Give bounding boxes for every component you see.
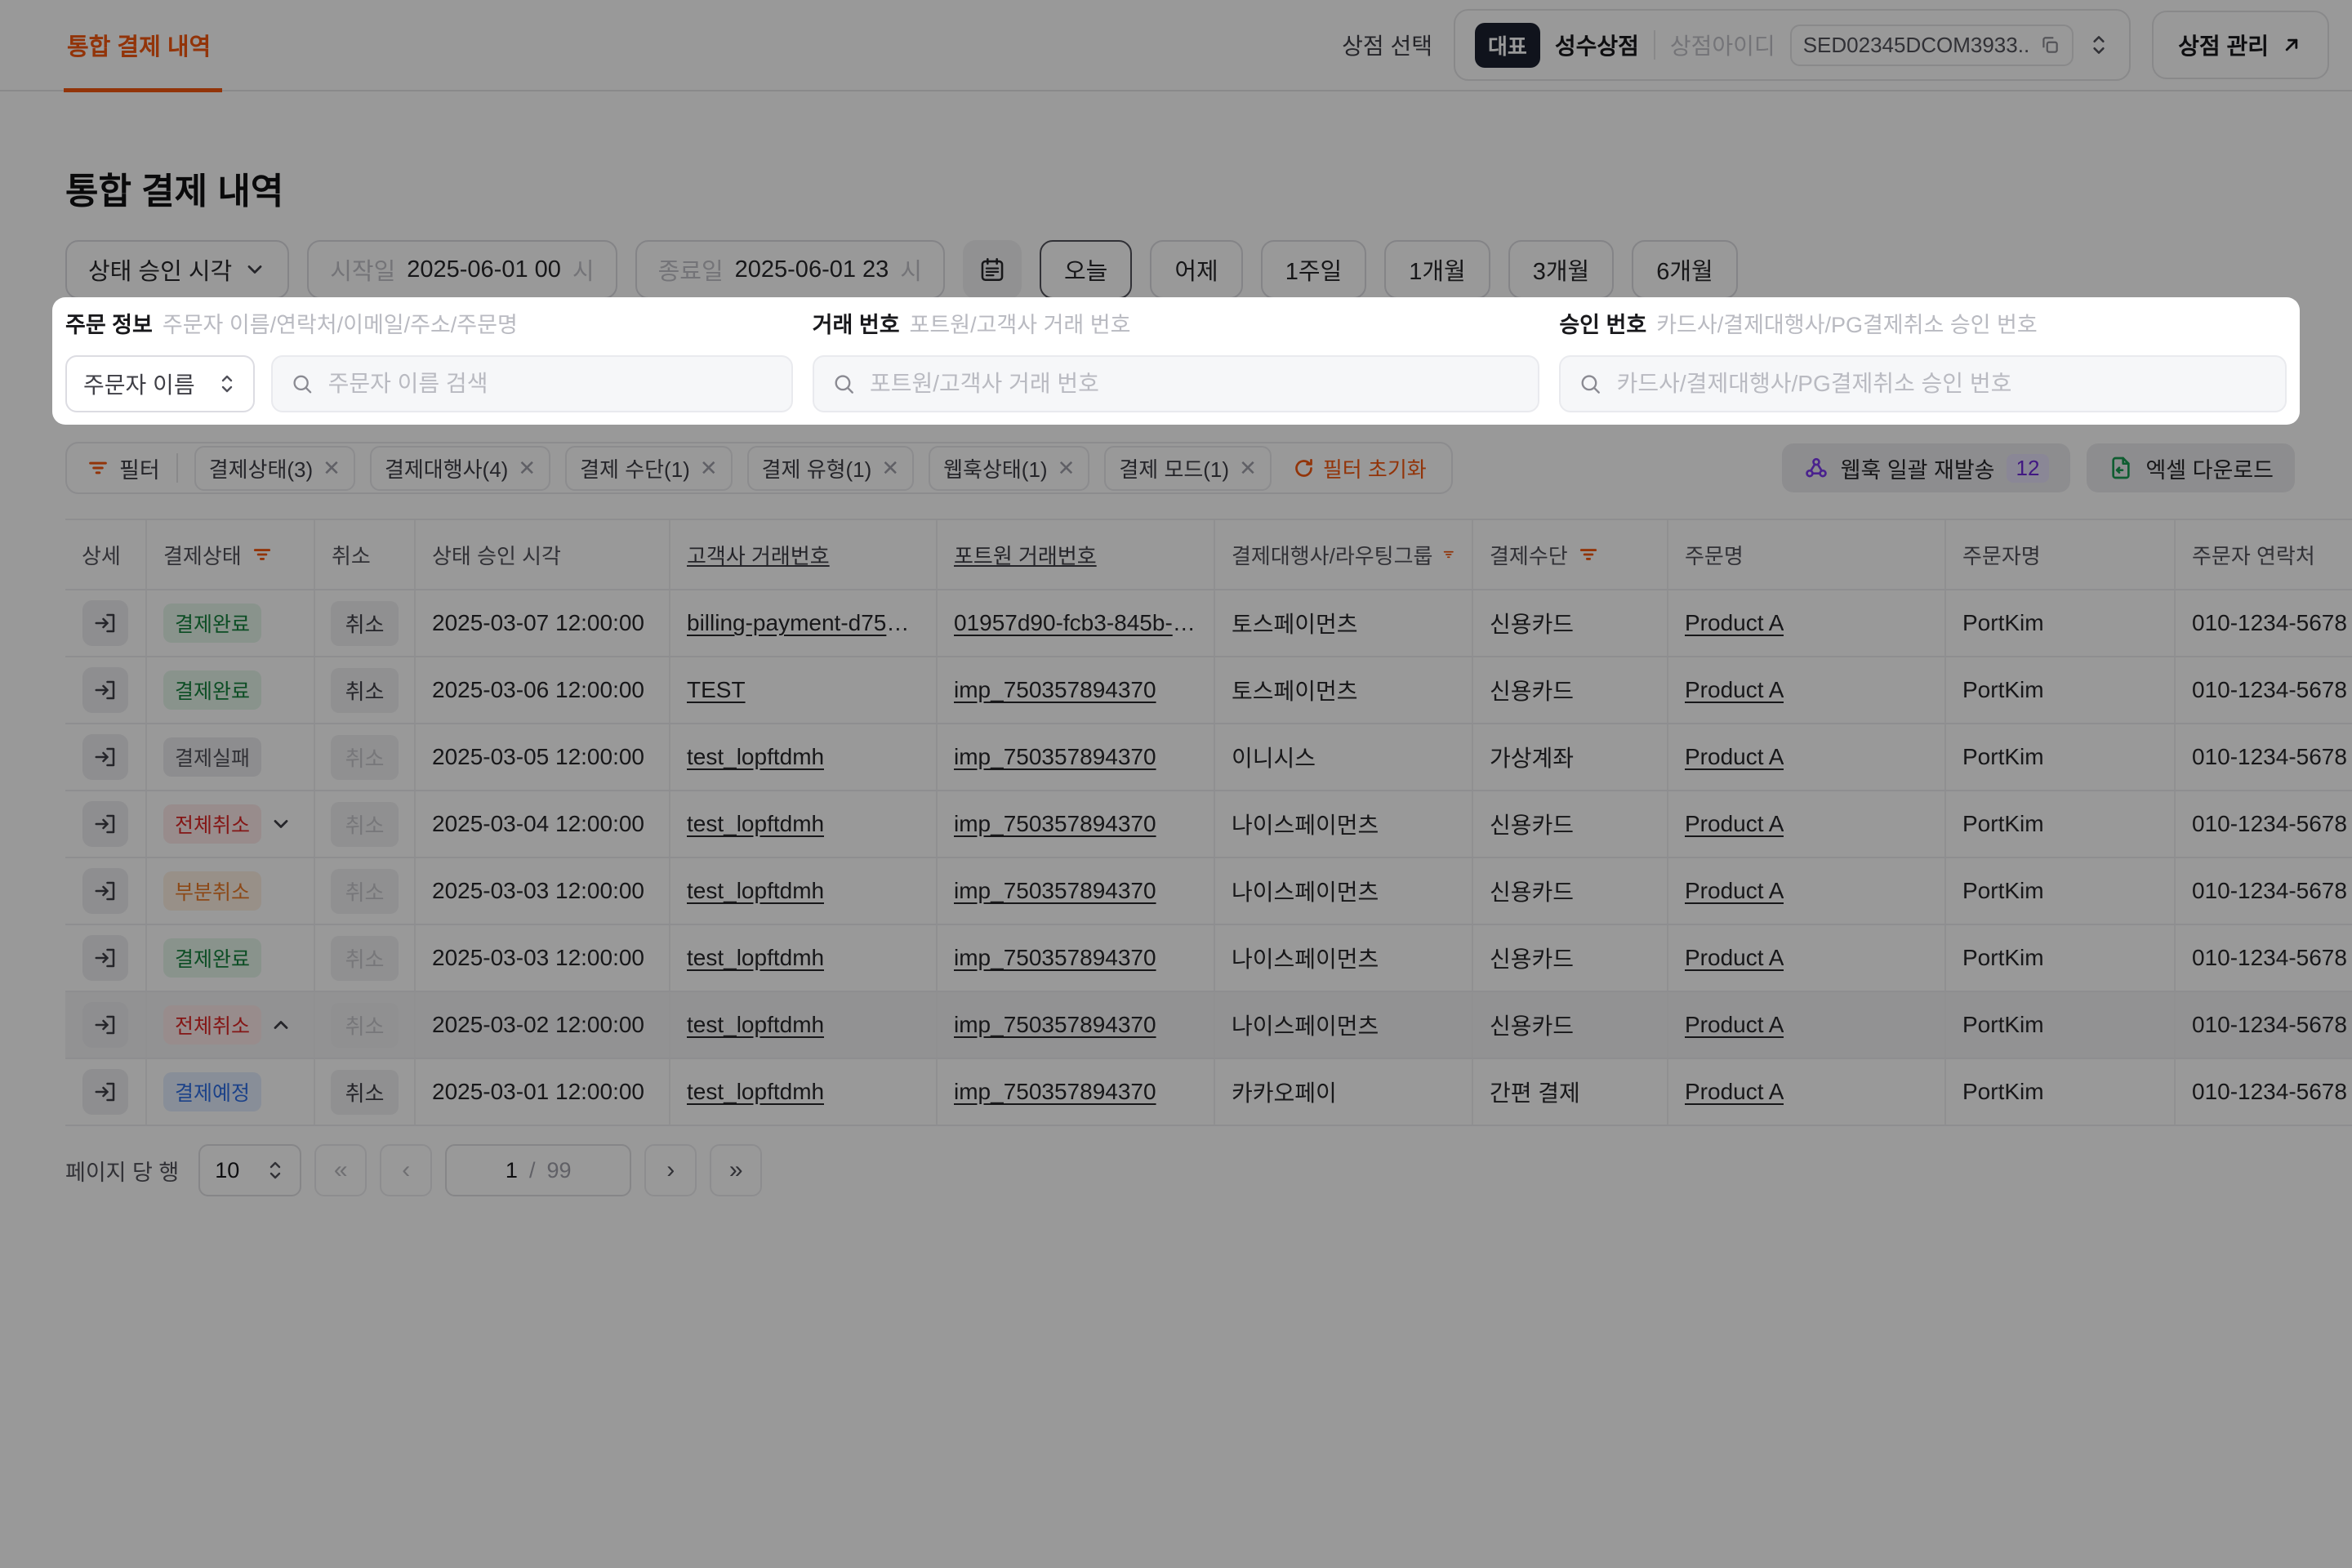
- approval-search-input-wrap: [1559, 355, 2287, 412]
- search-group-transaction-number: 거래 번호 포트원/고객사 거래 번호: [813, 307, 1540, 412]
- search-group-label: 주문 정보 주문자 이름/연락처/이메일/주소/주문명: [65, 307, 793, 339]
- search-panel: 주문 정보 주문자 이름/연락처/이메일/주소/주문명 주문자 이름: [52, 297, 2300, 425]
- search-group-hint: 포트원/고객사 거래 번호: [910, 307, 1131, 339]
- search-icon: [832, 372, 855, 396]
- search-group-order-info: 주문 정보 주문자 이름/연락처/이메일/주소/주문명 주문자 이름: [65, 307, 793, 412]
- search-group-label: 승인 번호 카드사/결제대행사/PG결제취소 승인 번호: [1559, 307, 2287, 339]
- dim-overlay: [0, 0, 2352, 1568]
- search-icon: [291, 372, 314, 396]
- order-search-input-wrap: [271, 355, 793, 412]
- search-group-hint: 카드사/결제대행사/PG결제취소 승인 번호: [1656, 307, 2037, 339]
- search-icon: [1579, 372, 1601, 396]
- order-search-input[interactable]: [327, 370, 773, 398]
- app-root: 통합 결제 내역 상점 선택 대표 성수상점 상점아이디 SED02345DCO…: [0, 0, 2352, 1568]
- chevron-updown-icon: [217, 372, 237, 395]
- search-group-approval-number: 승인 번호 카드사/결제대행사/PG결제취소 승인 번호: [1559, 307, 2287, 412]
- transaction-search-input[interactable]: [868, 370, 1520, 398]
- search-group-title: 거래 번호: [813, 307, 900, 339]
- search-group-title: 승인 번호: [1559, 307, 1646, 339]
- order-search-field-value: 주문자 이름: [83, 368, 195, 400]
- transaction-search-input-wrap: [813, 355, 1540, 412]
- search-group-hint: 주문자 이름/연락처/이메일/주소/주문명: [163, 307, 518, 339]
- search-group-title: 주문 정보: [65, 307, 153, 339]
- search-group-label: 거래 번호 포트원/고객사 거래 번호: [813, 307, 1540, 339]
- approval-search-input[interactable]: [1615, 370, 2267, 398]
- order-search-field-select[interactable]: 주문자 이름: [65, 355, 255, 412]
